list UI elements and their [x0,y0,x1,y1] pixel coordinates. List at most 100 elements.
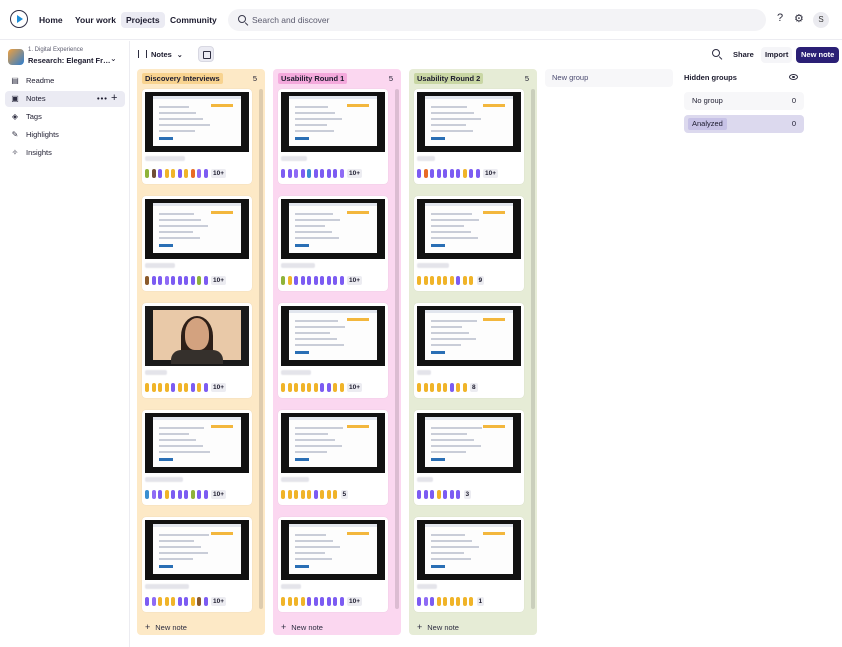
thumbnail-screenshot [425,203,513,253]
project-workspace-label: 1. Digital Experience [28,47,84,53]
note-card[interactable]: 10+ [414,89,524,184]
column-title[interactable]: Usability Round 2 [414,73,484,84]
tag-count-badge: 9 [476,276,485,285]
screenshot-highlight [347,318,369,321]
note-card[interactable]: 9 [414,196,524,291]
column-scrollbar[interactable] [395,89,399,609]
tag-chip [462,276,467,285]
note-thumbnail [417,306,521,366]
sidebar-item-insights[interactable]: ✧ Insights [5,145,125,161]
tag-count-badge: 10+ [483,169,499,178]
screenshot-highlight [483,532,505,535]
note-card[interactable]: 10+ [142,89,252,184]
note-card[interactable]: 10+ [278,303,388,398]
screenshot-header-bar [289,417,377,420]
tag-chip [197,169,201,178]
screenshot-text-line [295,546,340,548]
screenshot-text-line [159,225,208,227]
tag-chip [326,383,331,392]
tag-chip [333,276,337,285]
project-avatar [8,49,24,65]
note-thumbnail [281,520,385,580]
note-card[interactable]: 10+ [142,303,252,398]
new-group-button[interactable]: New group [545,69,673,87]
note-card[interactable]: 10+ [278,517,388,612]
hidden-group-analyzed[interactable]: Analyzed 0 [684,115,804,133]
tag-chip [145,169,149,178]
thumbnail-screenshot [153,96,241,146]
global-search-input[interactable]: Search and discover [228,9,766,31]
note-card[interactable]: 3 [414,410,524,505]
tag-count-badge: 10+ [211,169,227,178]
screenshot-text-line [295,237,339,239]
tag-chip [333,490,337,499]
table-view-toggle-icon[interactable] [198,46,214,62]
note-card[interactable]: 10+ [142,410,252,505]
new-note-button[interactable]: + New note [281,622,323,632]
note-thumbnail [145,413,249,473]
nav-projects[interactable]: Projects [121,12,165,28]
note-title-redacted [417,584,437,589]
highlight-icon: ✎ [11,130,19,139]
nav-your-work[interactable]: Your work [70,12,121,28]
eye-icon[interactable] [789,74,798,80]
tag-chip [320,597,324,606]
screenshot-text-line [295,540,333,542]
thumbnail-screenshot [425,96,513,146]
nav-home[interactable]: Home [34,12,68,28]
user-avatar[interactable]: S [813,12,829,28]
app-logo-icon[interactable] [10,10,28,28]
column-title[interactable]: Usability Round 1 [278,73,348,84]
screenshot-text-line [159,451,210,453]
tag-chip [145,490,149,499]
sidebar-item-label: Insights [26,148,52,157]
view-selector-button[interactable]: Notes ⌄ [138,47,183,63]
settings-gear-icon[interactable]: ⚙ [794,12,804,25]
screenshot-text-line [159,130,195,132]
note-card[interactable]: 1 [414,517,524,612]
project-title[interactable]: Research: Elegant Fr… [28,56,111,65]
participant-shirt [171,350,223,364]
tag-chip [449,490,454,499]
new-note-button[interactable]: + New note [417,622,459,632]
board-search-icon[interactable] [712,49,720,57]
sidebar-item-tags[interactable]: ◈ Tags [5,109,125,125]
tag-chip [184,169,188,178]
tag-chip [443,276,447,285]
tag-chip [423,490,428,499]
add-note-icon[interactable]: + [111,90,117,106]
nav-community[interactable]: Community [165,12,222,28]
note-card[interactable]: 10+ [142,196,252,291]
note-card[interactable]: 10+ [278,89,388,184]
help-icon[interactable]: ? [777,12,783,24]
column-scrollbar[interactable] [259,89,263,609]
note-card[interactable]: 10+ [142,517,252,612]
tag-chip [294,169,298,178]
tag-chip [300,490,305,499]
sidebar-item-highlights[interactable]: ✎ Highlights [5,127,125,143]
column-scrollbar[interactable] [531,89,535,609]
column-title[interactable]: Discovery Interviews [142,73,223,84]
tag-icon: ◈ [11,112,19,121]
more-options-icon[interactable]: ••• [97,91,108,107]
screenshot-text-line [295,451,327,453]
tag-chip [430,276,434,285]
tag-chip [423,597,428,606]
note-card[interactable]: 8 [414,303,524,398]
note-card[interactable]: 10+ [278,196,388,291]
import-button[interactable]: Import [761,47,793,63]
tag-chip [190,490,195,499]
tag-count-badge: 10+ [347,597,363,606]
note-card[interactable]: 5 [278,410,388,505]
sidebar-item-readme[interactable]: ▤ Readme [5,73,125,89]
view-label: Notes [151,50,172,59]
sidebar-item-notes[interactable]: ▣ Notes ••• + [5,91,125,107]
tag-chip [469,276,473,285]
screenshot-button [431,244,445,247]
hidden-group-no-group[interactable]: No group 0 [684,92,804,110]
new-note-button[interactable]: New note [796,47,840,63]
screenshot-header-bar [425,96,513,99]
chevron-down-icon[interactable]: ⌄ [110,54,117,63]
new-note-button[interactable]: + New note [145,622,187,632]
share-button[interactable]: Share [729,47,758,63]
